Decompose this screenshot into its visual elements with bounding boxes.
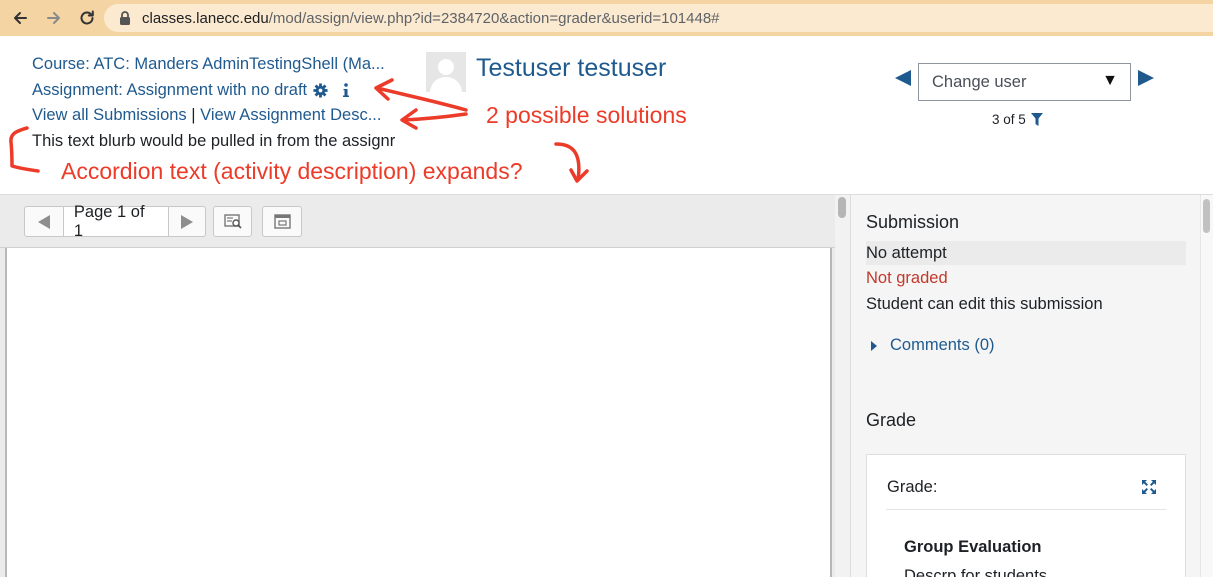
expand-view-button[interactable] — [262, 206, 302, 237]
comments-toggle[interactable]: Comments (0) — [870, 336, 995, 355]
reload-icon — [80, 10, 94, 25]
group-evaluation-description: Descrp for students — [904, 567, 1048, 577]
browser-toolbar: classes.lanecc.edu/mod/assign/view.php?i… — [0, 0, 1213, 36]
grading-panel-scrollbar[interactable] — [1200, 195, 1213, 577]
triangle-right-icon — [1138, 70, 1154, 86]
previous-page-button[interactable] — [25, 207, 63, 236]
next-page-button[interactable] — [169, 207, 205, 236]
url-host: classes.lanecc.edu — [142, 9, 269, 27]
document-scrollbar[interactable] — [835, 195, 850, 577]
grade-label: Grade: — [887, 478, 938, 496]
address-bar[interactable]: classes.lanecc.edu/mod/assign/view.php?i… — [104, 4, 1213, 32]
url-path: /mod/assign/view.php?id=2384720&action=g… — [268, 9, 720, 27]
grade-heading: Grade — [866, 410, 917, 430]
grading-panel-scroll-thumb[interactable] — [1203, 199, 1210, 233]
info-icon[interactable] — [342, 83, 350, 98]
user-counter-text: 3 of 5 — [992, 112, 1026, 127]
caret-right-icon — [871, 340, 877, 351]
course-link[interactable]: Course: ATC: Manders AdminTestingShell (… — [32, 55, 385, 74]
forward-arrow-icon — [47, 12, 60, 24]
view-all-submissions-link[interactable]: View all Submissions — [32, 106, 187, 124]
search-comments-icon — [223, 213, 242, 229]
edit-status: Student can edit this submission — [866, 295, 1103, 313]
grading-status: Not graded — [866, 269, 948, 287]
grade-separator — [886, 509, 1166, 510]
lock-icon — [118, 10, 132, 26]
page-indicator[interactable]: Page 1 of 1 — [62, 203, 170, 240]
annotation-solutions: 2 possible solutions — [486, 102, 687, 128]
search-comments-button[interactable] — [213, 206, 252, 237]
next-user-button[interactable] — [1136, 68, 1156, 88]
triangle-left-icon — [895, 70, 911, 86]
assignment-row: Assignment: Assignment with no draft — [32, 81, 350, 100]
back-arrow-icon — [14, 12, 27, 24]
assignment-blurb: This text blurb would be pulled in from … — [32, 132, 396, 150]
avatar — [426, 52, 466, 92]
change-user-select[interactable]: Change user ▼ — [918, 63, 1131, 101]
back-button[interactable] — [8, 6, 32, 30]
user-name-link[interactable]: Testuser testuser — [476, 54, 666, 83]
attempt-status: No attempt — [866, 244, 947, 262]
page-navigation: Page 1 of 1 — [24, 203, 206, 240]
user-counter: 3 of 5 — [992, 112, 1043, 127]
expand-icon[interactable] — [1141, 479, 1157, 495]
assignment-link[interactable]: Assignment: Assignment with no draft — [32, 81, 307, 100]
forward-button[interactable] — [42, 6, 66, 30]
submission-heading: Submission — [866, 212, 960, 232]
submission-links: View all Submissions | View Assignment D… — [32, 106, 381, 125]
group-evaluation-title: Group Evaluation — [904, 538, 1042, 556]
document-scroll-thumb[interactable] — [838, 197, 846, 218]
dropdown-caret-icon: ▼ — [1102, 72, 1118, 89]
annotation-arrow-expand — [554, 142, 581, 182]
reload-button[interactable] — [75, 6, 99, 30]
comments-link[interactable]: Comments (0) — [890, 336, 995, 355]
gear-icon[interactable] — [313, 83, 328, 98]
filter-icon[interactable] — [1030, 113, 1043, 126]
change-user-placeholder: Change user — [932, 72, 1027, 91]
grade-card — [866, 454, 1186, 577]
triangle-left-icon — [37, 214, 50, 229]
link-separator: | — [191, 106, 196, 124]
view-assignment-description-link[interactable]: View Assignment Desc... — [200, 106, 381, 124]
annotation-accordion: Accordion text (activity description) ex… — [61, 158, 523, 184]
window-icon — [273, 214, 291, 229]
triangle-right-icon — [181, 214, 194, 229]
previous-user-button[interactable] — [893, 68, 913, 88]
document-page[interactable] — [5, 248, 832, 577]
annotation-arrow-desc — [401, 112, 468, 122]
